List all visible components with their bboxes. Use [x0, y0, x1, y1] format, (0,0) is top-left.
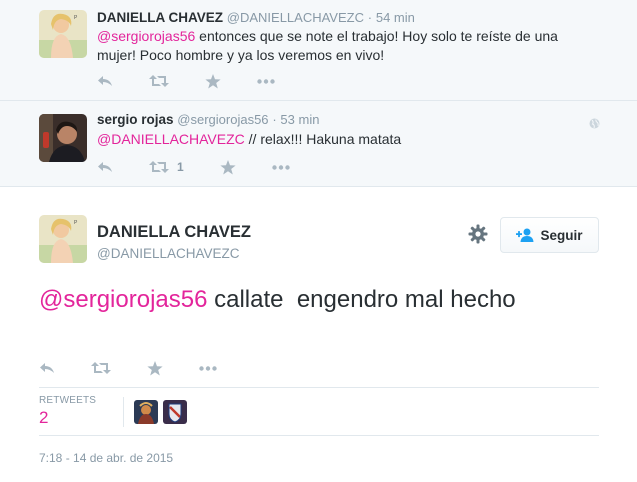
retweets-count[interactable]: 2 [39, 408, 48, 428]
reply-icon[interactable] [97, 74, 113, 88]
fullname[interactable]: DANIELLA CHAVEZ [97, 10, 223, 25]
context-tweet-daniella[interactable]: P DANIELLA CHAVEZ @DANIELLACHAVEZC · 54 … [0, 0, 637, 101]
more-icon[interactable] [257, 78, 275, 84]
screen-name[interactable]: @DANIELLACHAVEZC [227, 10, 364, 25]
retweeter-avatar[interactable] [163, 400, 187, 424]
mention-link[interactable]: @sergiorojas56 [39, 286, 207, 313]
separator: · [367, 10, 373, 25]
gear-icon[interactable] [468, 224, 488, 249]
reply-icon[interactable] [97, 160, 113, 174]
retweet-icon[interactable] [91, 361, 111, 375]
main-tweet-text: @sergiorojas56 callate engendro mal hech… [39, 283, 599, 316]
retweet-icon[interactable] [149, 74, 169, 88]
retweeter-avatar[interactable] [134, 400, 158, 424]
tweet-text: @DANIELLACHAVEZC // relax!!! Hakuna mata… [97, 130, 597, 149]
context-tweet-sergio[interactable]: sergio rojas @sergiorojas56 · 53 min @DA… [0, 101, 637, 187]
tweet-body: callate engendro mal hecho [207, 286, 516, 313]
add-user-icon [516, 228, 534, 242]
more-icon[interactable] [199, 365, 217, 371]
tweet-time[interactable]: 54 min [376, 10, 415, 25]
reply-icon[interactable] [39, 361, 55, 375]
favorite-icon[interactable] [147, 360, 163, 376]
tweet-header: sergio rojas @sergiorojas56 · 53 min [97, 112, 319, 127]
tweet-stats: RETWEETS 2 [39, 387, 599, 436]
avatar-daniella-main[interactable]: P [39, 215, 87, 263]
main-tweet-actions [39, 359, 253, 377]
main-screen-name[interactable]: @DANIELLACHAVEZC [97, 246, 240, 261]
retweet-button[interactable]: 1 [149, 160, 184, 174]
tweet-header: DANIELLA CHAVEZ @DANIELLACHAVEZC · 54 mi… [97, 10, 415, 25]
fullname[interactable]: sergio rojas [97, 112, 174, 127]
globe-icon [589, 116, 600, 134]
retweets-label: RETWEETS [39, 395, 97, 406]
tweet-actions: 1 [97, 158, 326, 176]
follow-button[interactable]: Seguir [500, 217, 599, 253]
avatar-daniella[interactable]: P [39, 10, 87, 58]
tweet-timestamp[interactable]: 7:18 - 14 de abr. de 2015 [39, 451, 173, 465]
follow-label: Seguir [540, 227, 583, 243]
tweet-time[interactable]: 53 min [280, 112, 319, 127]
screen-name[interactable]: @sergiorojas56 [177, 112, 268, 127]
favorite-icon[interactable] [205, 73, 221, 89]
stats-divider [123, 397, 124, 427]
tweet-text: @sergiorojas56 entonces que se note el t… [97, 27, 597, 65]
retweet-count: 1 [177, 160, 184, 174]
tweet-actions [97, 72, 311, 90]
retweet-icon [149, 161, 169, 173]
mention-link[interactable]: @DANIELLACHAVEZC [97, 131, 245, 147]
separator: · [272, 112, 277, 127]
favorite-icon[interactable] [220, 159, 236, 175]
tweet-body: // relax!!! Hakuna matata [244, 131, 402, 147]
main-fullname[interactable]: DANIELLA CHAVEZ [97, 223, 251, 242]
more-icon[interactable] [271, 164, 290, 170]
mention-link[interactable]: @sergiorojas56 [97, 28, 195, 44]
avatar-sergio[interactable] [39, 114, 87, 162]
